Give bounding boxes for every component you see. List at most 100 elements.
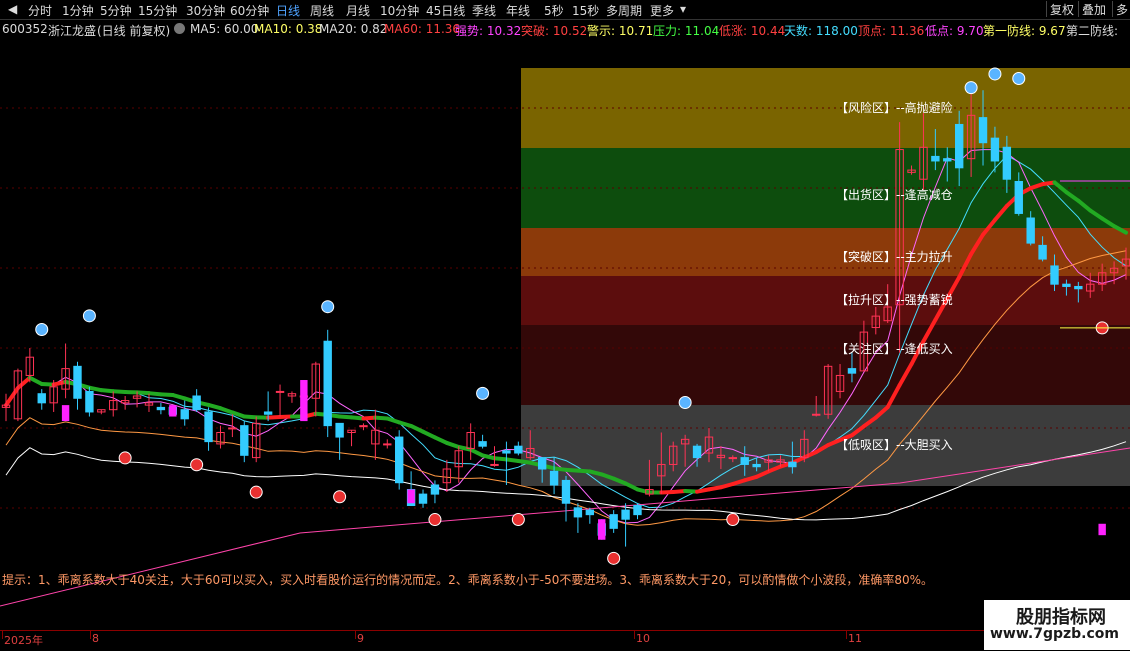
candle-body xyxy=(1027,218,1034,243)
indicator-5: 突破: 10.52 xyxy=(521,22,587,38)
zone-label-0: 【风险区】--高抛避险 xyxy=(836,99,953,116)
signal-bar xyxy=(598,519,605,540)
candle-body xyxy=(491,464,498,465)
candle-body xyxy=(562,480,569,503)
signal-bar xyxy=(169,405,176,416)
more-button[interactable]: 多 xyxy=(1112,1,1130,17)
zone-label-1: 【出货区】--逢高减仓 xyxy=(836,186,953,203)
date-label-0: 2025年 xyxy=(4,632,43,648)
zone-label-2: 【突破区】--主力拉升 xyxy=(836,248,953,265)
period-tab-14[interactable]: 15秒 xyxy=(572,2,599,19)
signal-ball-blue xyxy=(965,82,977,94)
signal-bar xyxy=(407,490,414,504)
zone-label-3: 【拉升区】--强势蓄锐 xyxy=(836,291,953,308)
candle-body xyxy=(944,159,951,161)
candle-body xyxy=(229,428,236,429)
indicator-12: 第一防线: 9.67 xyxy=(983,22,1066,38)
period-tab-6[interactable]: 日线 xyxy=(276,2,300,19)
candle-body xyxy=(1003,147,1010,179)
candle-body xyxy=(479,442,486,447)
settings-icon[interactable] xyxy=(174,23,185,34)
candle-body xyxy=(693,446,700,457)
indicator-7: 压力: 11.04 xyxy=(653,22,719,38)
candle-body xyxy=(848,369,855,374)
candle-body xyxy=(395,437,402,483)
candle-body xyxy=(813,414,820,415)
zone-band xyxy=(521,276,1130,325)
candle-body xyxy=(193,396,200,410)
signal-bar xyxy=(1098,524,1105,535)
period-tab-8[interactable]: 月线 xyxy=(346,2,370,19)
candle-body xyxy=(74,366,81,398)
watermark-url: www.7gpzb.com xyxy=(990,626,1119,642)
indicator-10: 顶点: 11.36 xyxy=(858,22,924,38)
signal-ball-red xyxy=(727,514,739,526)
candle-body xyxy=(515,446,522,453)
overlay-button[interactable]: 叠加 xyxy=(1078,1,1109,17)
candle-body xyxy=(586,510,593,515)
candle-body xyxy=(574,508,581,517)
candle-body xyxy=(1063,284,1070,286)
date-tick xyxy=(2,631,3,639)
scroll-left-icon[interactable]: ◀ xyxy=(8,2,17,16)
period-tab-1[interactable]: 1分钟 xyxy=(62,2,94,19)
period-tab-11[interactable]: 季线 xyxy=(472,2,496,19)
tip-text: 提示：1、乖离系数大于40关注，大于60可以买入，买入时看股价运行的情况而定。2… xyxy=(2,571,933,588)
kline-chart[interactable] xyxy=(0,38,1130,630)
stock-code: 600352 xyxy=(2,22,48,36)
period-tab-12[interactable]: 年线 xyxy=(506,2,530,19)
candle-body xyxy=(1051,266,1058,284)
indicator-4: 强势: 10.32 xyxy=(455,22,521,38)
period-tab-16[interactable]: 更多 xyxy=(650,2,674,19)
period-tab-10[interactable]: 45日线 xyxy=(426,2,465,19)
signal-ball-blue xyxy=(83,310,95,322)
signal-ball-red xyxy=(191,459,203,471)
date-label-1: 8 xyxy=(92,632,99,645)
candle-body xyxy=(979,118,986,143)
candle-body xyxy=(538,458,545,469)
date-tick xyxy=(90,631,91,639)
candle-body xyxy=(86,391,93,412)
signal-ball-red xyxy=(608,552,620,564)
trend-segment xyxy=(30,378,42,384)
period-tab-9[interactable]: 10分钟 xyxy=(380,2,419,19)
trend-segment xyxy=(18,378,30,388)
indicator-0: MA5: 60.00 xyxy=(190,22,258,36)
signal-ball-blue xyxy=(36,324,48,336)
date-label-4: 11 xyxy=(848,632,862,645)
candle-body xyxy=(157,407,164,409)
date-tick xyxy=(634,631,635,639)
zone-label-5: 【低吸区】--大胆买入 xyxy=(836,436,953,453)
indicator-11: 低点: 9.70 xyxy=(925,22,984,38)
signal-bar xyxy=(300,380,307,421)
date-tick xyxy=(846,631,847,639)
candle-body xyxy=(955,124,962,167)
restore-button[interactable]: 复权 xyxy=(1046,1,1077,17)
signal-ball-red xyxy=(334,491,346,503)
stock-name: 浙江龙盛 xyxy=(48,22,96,38)
candle-body xyxy=(503,451,510,453)
period-tab-15[interactable]: 多周期 xyxy=(606,2,642,19)
indicator-3: MA60: 11.36 xyxy=(384,22,460,36)
period-tab-5[interactable]: 60分钟 xyxy=(230,2,269,19)
signal-ball-red xyxy=(119,452,131,464)
indicator-1: MA10: 0.38 xyxy=(254,22,322,36)
candle-body xyxy=(932,156,939,161)
period-tab-7[interactable]: 周线 xyxy=(310,2,334,19)
period-tab-3[interactable]: 15分钟 xyxy=(138,2,177,19)
candle-body xyxy=(753,464,760,466)
period-tab-4[interactable]: 30分钟 xyxy=(186,2,225,19)
candle-body xyxy=(741,458,748,465)
indicator-9: 天数: 118.00 xyxy=(784,22,858,38)
candle-body xyxy=(276,391,283,392)
date-axis: 2025年891011 xyxy=(0,630,1130,651)
signal-ball-blue xyxy=(1013,73,1025,85)
signal-ball-red xyxy=(250,486,262,498)
candle-body xyxy=(729,458,736,459)
period-info: (日线 前复权) xyxy=(97,22,170,38)
period-toolbar: 复权 叠加 多 分时 1分钟 5分钟 15分钟 30分钟 60分钟日线周线月线 10分钟 45… xyxy=(0,0,1130,20)
period-tab-13[interactable]: 5秒 xyxy=(544,2,564,19)
period-tab-2[interactable]: 5分钟 xyxy=(100,2,132,19)
chevron-down-icon[interactable]: ▾ xyxy=(680,2,686,16)
period-tab-0[interactable]: 分时 xyxy=(28,2,52,19)
